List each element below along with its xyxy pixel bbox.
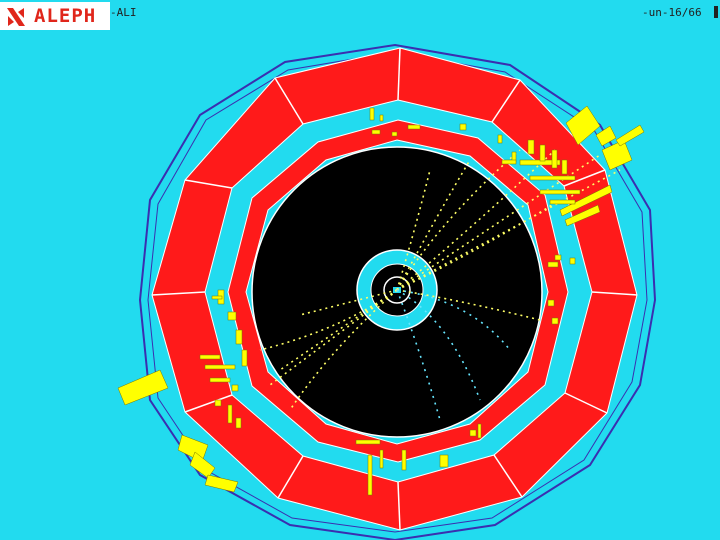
detector-display — [117, 43, 657, 540]
event-display-page: ALEPH -ALI -un-16/66 — [0, 0, 720, 540]
